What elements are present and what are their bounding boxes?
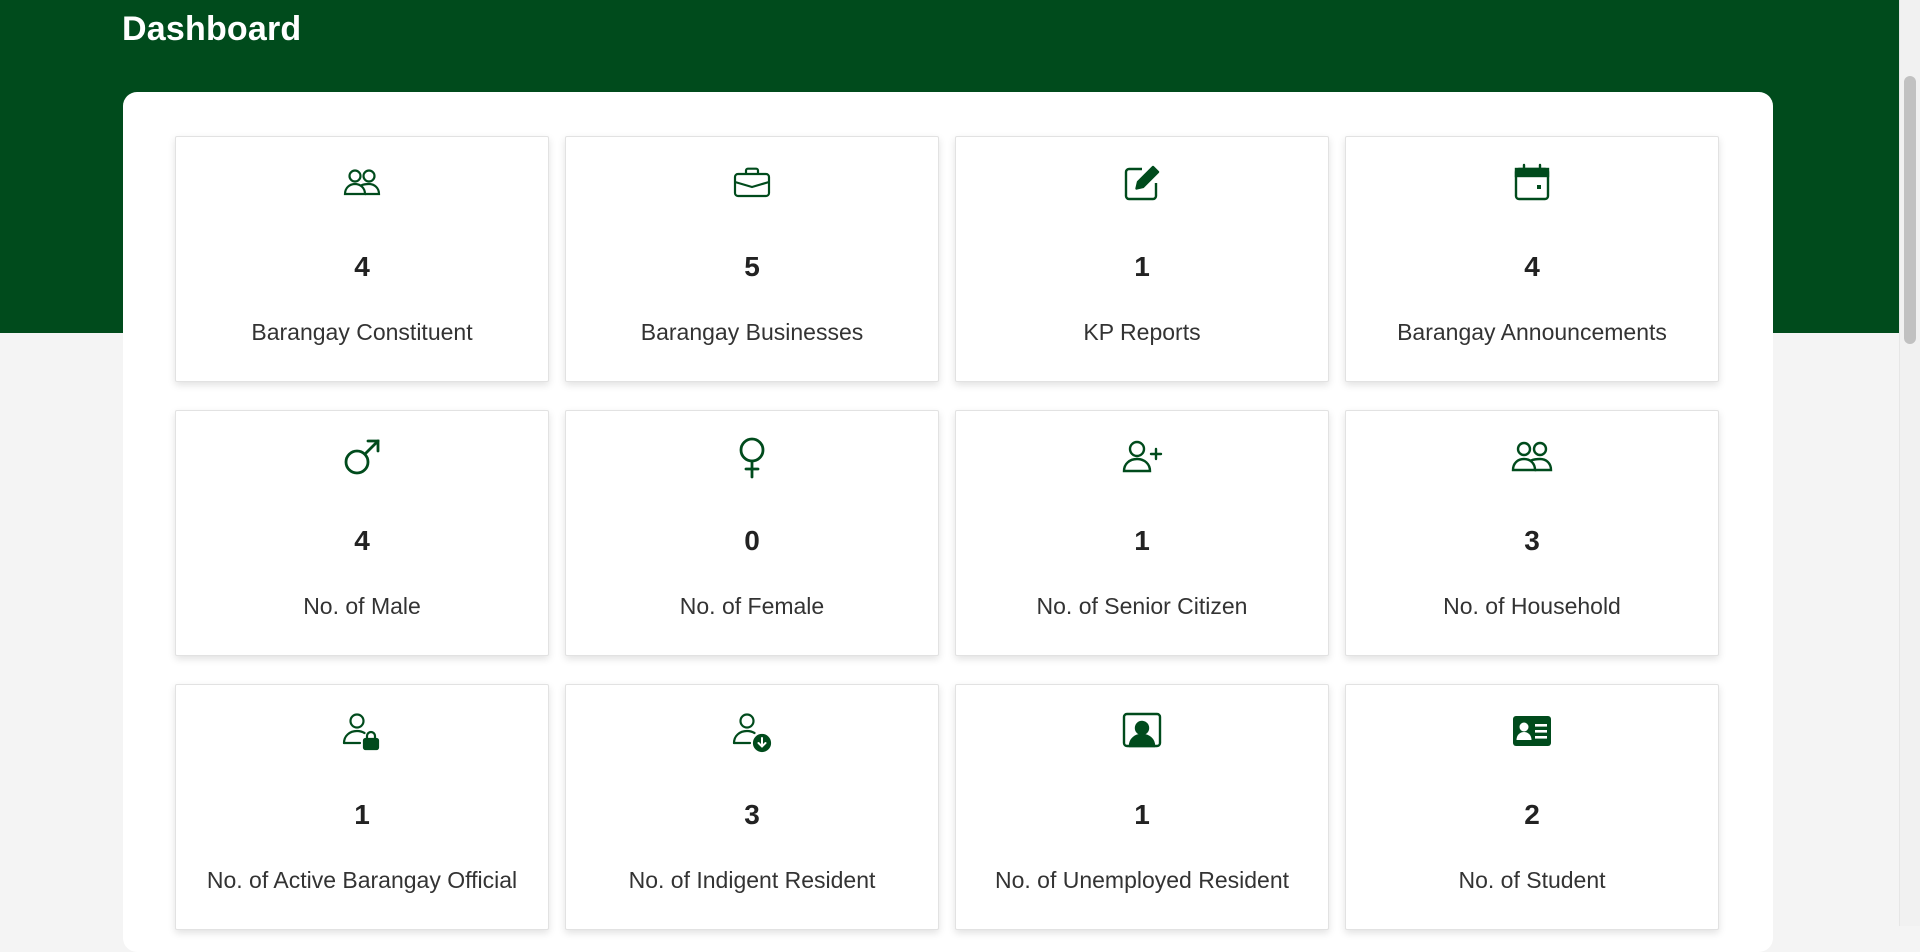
person-down-icon [566,707,938,755]
stat-card-kp-reports[interactable]: 1 KP Reports [955,136,1329,382]
edit-icon [956,159,1328,207]
person-video-icon [956,707,1328,755]
stat-card-barangay-announcements[interactable]: 4 Barangay Announcements [1345,136,1719,382]
stat-card-no-of-unemployed-resident[interactable]: 1 No. of Unemployed Resident [955,684,1329,930]
stat-count: 1 [354,799,370,830]
stat-card-no-of-household[interactable]: 3 No. of Household [1345,410,1719,656]
scrollbar-thumb[interactable] [1904,76,1916,344]
stat-count: 4 [1524,251,1540,282]
page-scrollbar[interactable] [1899,0,1920,926]
stat-card-no-of-senior-citizen[interactable]: 1 No. of Senior Citizen [955,410,1329,656]
stat-card-no-of-active-barangay-official[interactable]: 1 No. of Active Barangay Official [175,684,549,930]
male-icon [176,433,548,481]
stat-card-barangay-constituent[interactable]: 4 Barangay Constituent [175,136,549,382]
stat-label: No. of Female [679,593,825,619]
stat-count: 4 [354,525,370,556]
dashboard-panel: 4 Barangay Constituent 5 Barangay Busine… [123,92,1773,952]
page-title: Dashboard [122,10,302,48]
stat-label: No. of Household [1443,593,1621,619]
stat-label: Barangay Businesses [640,319,864,345]
briefcase-icon [566,159,938,207]
stat-label: No. of Senior Citizen [1036,593,1248,619]
stat-label: KP Reports [1083,319,1201,345]
stat-card-no-of-indigent-resident[interactable]: 3 No. of Indigent Resident [565,684,939,930]
female-icon [566,433,938,481]
stat-count: 4 [354,251,370,282]
stats-grid: 4 Barangay Constituent 5 Barangay Busine… [175,136,1719,930]
id-card-icon [1346,707,1718,755]
stat-count: 1 [1134,251,1150,282]
stat-label: Barangay Announcements [1397,319,1667,345]
stat-count: 1 [1134,525,1150,556]
stat-count: 0 [744,525,760,556]
calendar-icon [1346,159,1718,207]
stat-count: 5 [744,251,760,282]
stat-card-no-of-male[interactable]: 4 No. of Male [175,410,549,656]
people-icon [1346,433,1718,481]
stat-label: No. of Unemployed Resident [994,867,1290,893]
stat-count: 2 [1524,799,1540,830]
stat-card-no-of-female[interactable]: 0 No. of Female [565,410,939,656]
stat-label: No. of Active Barangay Official [206,867,518,893]
person-lock-icon [176,707,548,755]
person-plus-icon [956,433,1328,481]
stat-count: 3 [744,799,760,830]
stat-card-barangay-businesses[interactable]: 5 Barangay Businesses [565,136,939,382]
stat-count: 1 [1134,799,1150,830]
stat-count: 3 [1524,525,1540,556]
people-icon [176,159,548,207]
stat-card-no-of-student[interactable]: 2 No. of Student [1345,684,1719,930]
stat-label: No. of Indigent Resident [628,867,876,893]
stat-label: No. of Male [303,593,421,619]
stat-label: No. of Student [1458,867,1606,893]
stat-label: Barangay Constituent [251,319,473,345]
